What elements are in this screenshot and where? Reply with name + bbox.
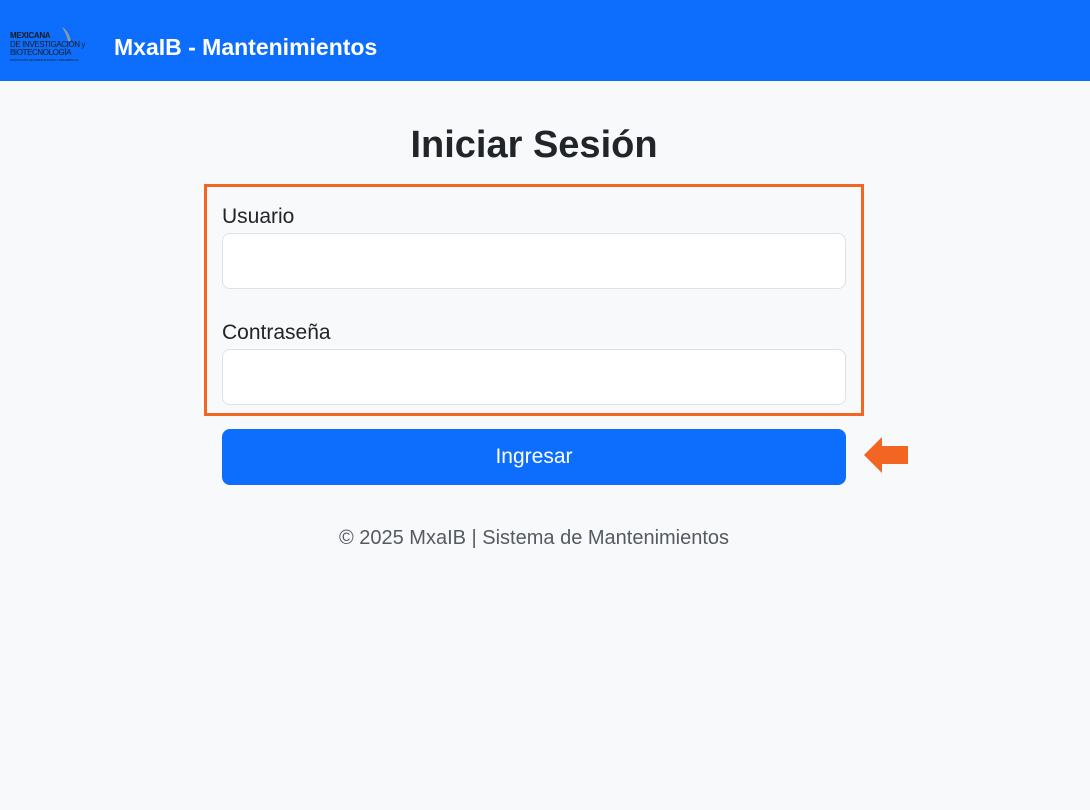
username-label: Usuario (222, 205, 295, 228)
brand-title[interactable]: MxaIB - Mantenimientos (114, 33, 377, 61)
left-arrow-icon (864, 437, 908, 473)
institution-logo: MEXICANA DE INVESTIGACIÓN y BIOTECNOLOGÍ… (6, 24, 106, 68)
logo-line-1: MEXICANA (10, 31, 51, 40)
password-input[interactable] (222, 349, 846, 405)
username-input[interactable] (222, 233, 846, 289)
footer-text: © 2025 MxaIB | Sistema de Mantenimientos (338, 527, 730, 549)
login-button[interactable]: Ingresar (222, 429, 846, 485)
navbar: MEXICANA DE INVESTIGACIÓN y BIOTECNOLOGÍ… (0, 0, 1090, 81)
password-label: Contraseña (222, 321, 331, 344)
logo-line-3: BIOTECNOLOGÍA (10, 48, 72, 57)
logo-line-4: INSTITUCIÓN DE INVESTIGACIÓN Y DESARROLL… (10, 58, 79, 62)
page-title: Iniciar Sesión (410, 124, 658, 166)
